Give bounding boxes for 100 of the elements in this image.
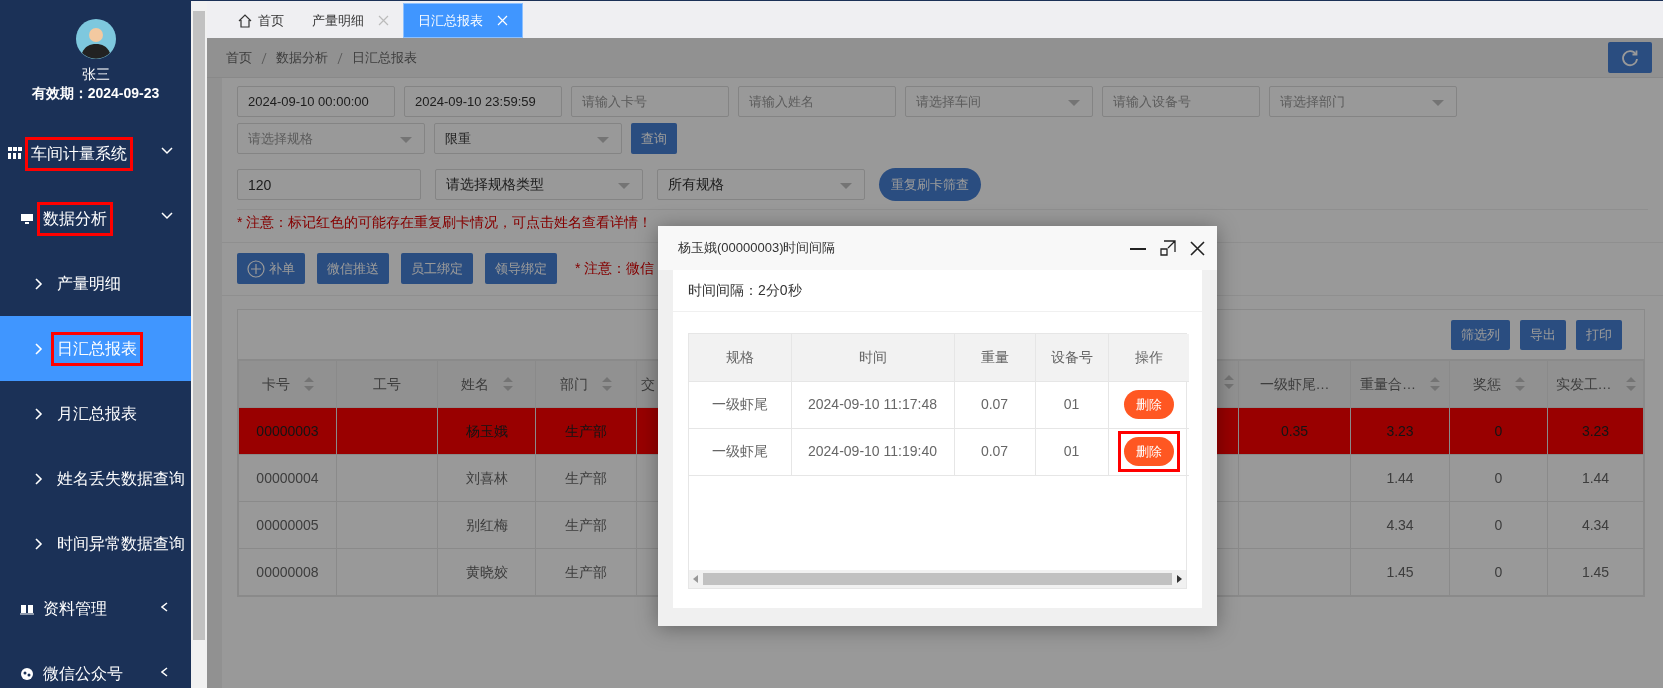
toolbar-button[interactable]: 筛选列 [1451,319,1510,350]
menu-item[interactable]: 月汇总报表 [0,381,191,446]
dropdown[interactable]: 所有规格 [657,169,865,200]
scrollbar-thumb[interactable] [703,573,1172,585]
sort-icon[interactable] [1514,377,1525,391]
menu-item[interactable]: 车间计量系统 [0,121,191,186]
table-cell: 0 [1449,501,1548,549]
menu-item[interactable]: 时间异常数据查询 [0,511,191,576]
menu-item[interactable]: 微信公众号 [0,641,191,688]
home-icon [238,13,252,28]
table-cell: 2024-09-10 11:17:48 [791,381,954,428]
notice-text: * 注意：标记红色的可能存在重复刷卡情况，可点击姓名查看详情！ [236,213,654,232]
dropdown[interactable]: 限重 [434,123,622,154]
interval-text: 时间间隔：2分0秒 [673,270,1202,312]
column-header: 交 [641,374,655,394]
sort-icon[interactable] [602,377,612,391]
table-cell: 0.35 [1238,407,1351,455]
chevron-right-icon [35,407,43,420]
action-button[interactable]: 员工绑定 [401,253,473,284]
breadcrumb-link[interactable]: 首页 [226,49,252,65]
tab[interactable]: 日汇总报表 [403,3,523,38]
table-cell: 生产部 [535,548,637,596]
menu-item[interactable]: 数据分析 [0,186,191,251]
sort-icon[interactable] [1625,377,1636,391]
table-cell: 3.23 [1547,407,1644,455]
scrollbar[interactable] [191,1,207,688]
column-header: 重量合… [1360,374,1416,394]
column-header: 规格 [725,348,754,365]
grid-icon [8,146,22,161]
close-icon[interactable] [1190,240,1205,256]
table-cell: 01 [1035,381,1108,428]
chevron-right-icon [35,342,43,355]
table-cell: 1.45 [1350,548,1450,596]
table-cell[interactable]: 刘喜林 [437,454,536,502]
column-header: 设备号 [1050,348,1093,365]
table-cell: 00000005 [238,501,337,549]
search-button[interactable]: 查询 [631,123,677,154]
table-cell: 01 [1035,428,1108,475]
filter-button[interactable]: 重复刷卡筛查 [879,168,981,201]
table-cell[interactable]: 黄晓姣 [437,548,536,596]
menu-item[interactable]: 日汇总报表 [0,316,191,381]
action-button[interactable]: 微信推送 [317,253,389,284]
input-field[interactable]: 120 [237,169,421,200]
table-cell: 3.23 [1350,407,1450,455]
table-cell: 一级虾尾 [689,381,791,428]
menu-item[interactable]: 产量明细 [0,251,191,316]
toolbar-button[interactable]: 打印 [1576,319,1622,350]
table-cell: 4.34 [1350,501,1450,549]
table-cell: 00000004 [238,454,337,502]
add-button[interactable]: 补单 [237,253,305,284]
menu-item[interactable]: 姓名丢失数据查询 [0,446,191,511]
monitor-icon [20,211,34,226]
breadcrumb-link[interactable]: 日汇总报表 [352,49,417,65]
plus-circle-icon [247,259,265,278]
sort-icon[interactable] [1224,374,1234,389]
breadcrumb-link[interactable]: 数据分析 [276,49,328,65]
menu-item[interactable]: 资料管理 [0,576,191,641]
column-header: 工号 [373,374,401,394]
dropdown[interactable]: 请选择规格类型 [435,169,643,200]
column-header: 操作 [1134,348,1163,365]
sort-icon[interactable] [502,377,513,391]
table-cell: 00000003 [238,407,337,455]
chevron-right-icon [35,277,43,290]
dropdown[interactable]: 请选择车间 [905,86,1093,117]
maximize-icon[interactable] [1160,240,1176,256]
table-cell: 00000008 [238,548,337,596]
action-button[interactable]: 领导绑定 [485,253,557,284]
sort-icon[interactable] [303,377,314,391]
sort-icon[interactable] [1430,377,1440,391]
column-header: 姓名 [460,374,489,394]
column-header: 实发工… [1555,374,1612,394]
delete-button[interactable]: 删除 [1123,437,1174,466]
chevron-right-icon [35,537,43,550]
scroll-right-icon[interactable] [1176,575,1182,583]
scrollbar-thumb[interactable] [193,11,205,640]
table-cell[interactable]: 别红梅 [437,501,536,549]
delete-button[interactable]: 删除 [1123,390,1174,419]
refresh-icon [1620,47,1640,68]
chevron-right-icon [35,472,43,485]
toolbar-button[interactable]: 导出 [1520,319,1566,350]
refresh-button[interactable] [1608,42,1652,73]
column-header: 一级虾尾… [1259,374,1330,394]
expiry-date: 有效期：2024-09-23 [31,84,160,103]
horizontal-scrollbar[interactable] [689,570,1186,588]
dropdown[interactable]: 请选择规格 [237,123,425,154]
separator-icon [261,51,267,65]
tab[interactable]: 首页 [224,3,298,38]
table-cell[interactable]: 杨玉娥 [437,407,536,455]
tab[interactable]: 产量明细 [298,3,403,38]
table-cell: 0 [1449,548,1548,596]
table-cell: 1.44 [1350,454,1450,502]
column-header: 奖惩 [1472,374,1501,394]
input-field[interactable]: 2024-09-10 00:00:00 [237,86,395,117]
table-cell: 4.34 [1547,501,1644,549]
table-cell: 0 [1449,454,1548,502]
column-header: 部门 [560,374,588,394]
input-field[interactable]: 2024-09-10 23:59:59 [404,86,562,117]
scroll-left-icon[interactable] [693,575,699,583]
notice-text: * 注意：微信 [575,259,655,278]
table-cell: 2024-09-10 11:19:40 [791,428,954,475]
